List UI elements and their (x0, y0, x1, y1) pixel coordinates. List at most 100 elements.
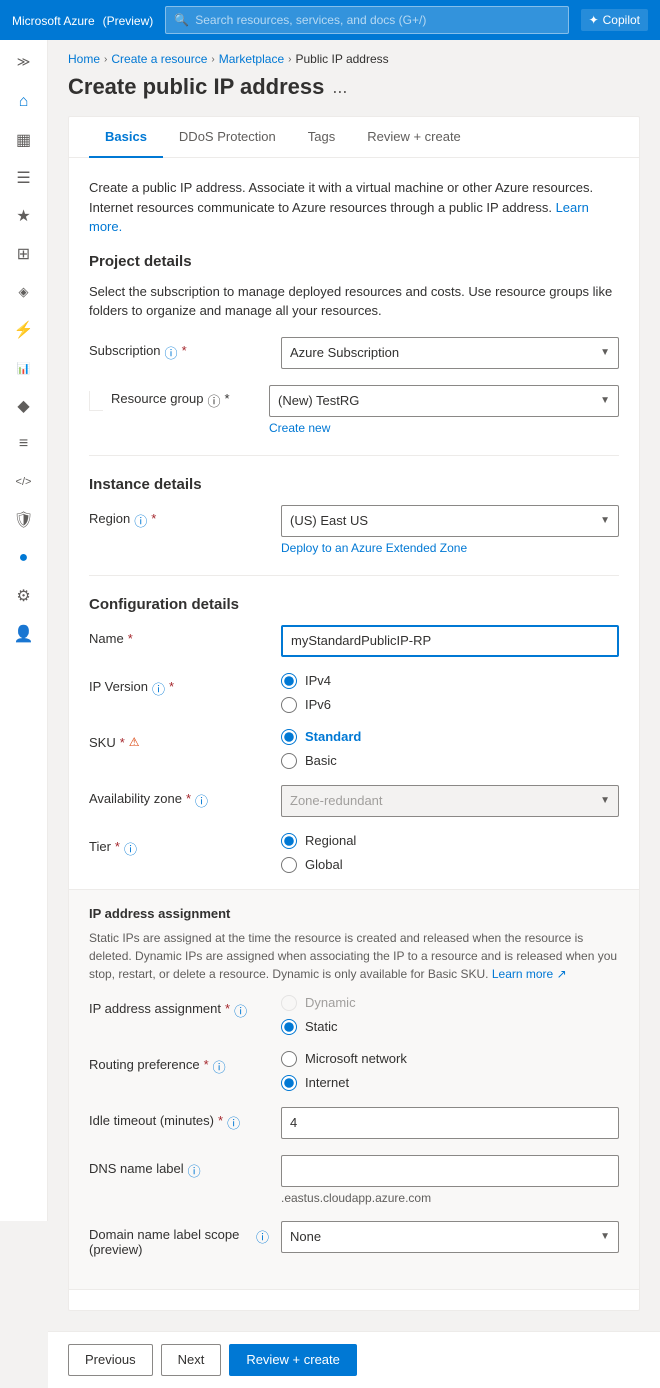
sidebar-item-favorites[interactable]: ★ (4, 198, 44, 234)
region-dropdown[interactable]: (US) East US ▼ (281, 505, 619, 537)
sku-basic-label: Basic (305, 753, 337, 768)
sidebar-item-lightning[interactable]: ⚡ (4, 312, 44, 348)
sidebar-item-gear[interactable]: ⚙ (4, 578, 44, 614)
previous-button[interactable]: Previous (68, 1344, 153, 1376)
tier-required: * (115, 839, 120, 854)
ip-assignment-radio-group: Dynamic Static (281, 995, 619, 1035)
az-info-icon[interactable]: ⓘ (195, 791, 208, 810)
learn-more-2-link[interactable]: Learn more ↗ (492, 967, 567, 981)
create-new-link[interactable]: Create new (269, 421, 330, 435)
subscription-label: Subscription ⓘ * (89, 337, 269, 362)
ip-assignment-dynamic-label: Dynamic (305, 995, 356, 1010)
routing-preference-row: Routing preference * ⓘ Microsoft network (89, 1051, 619, 1091)
tier-global[interactable]: Global (281, 857, 619, 873)
routing-microsoft-network[interactable]: Microsoft network (281, 1051, 619, 1067)
region-info-icon[interactable]: ⓘ (134, 511, 147, 530)
sidebar-item-dashboard[interactable]: ▦ (4, 122, 44, 158)
sidebar-item-services[interactable]: ◈ (4, 274, 44, 310)
ip-assignment-dynamic[interactable]: Dynamic (281, 995, 619, 1011)
sidebar-item-home[interactable]: ⌂ (4, 84, 44, 120)
breadcrumb-sep-3: › (288, 54, 291, 65)
ip-version-info-icon[interactable]: ⓘ (152, 679, 165, 698)
ip-version-ipv4[interactable]: IPv4 (281, 673, 619, 689)
resource-group-info-icon[interactable]: ⓘ (208, 391, 221, 410)
subscription-dropdown[interactable]: Azure Subscription ▼ (281, 337, 619, 369)
bottom-bar: Previous Next Review + create (48, 1331, 660, 1388)
ip-version-ipv4-radio[interactable] (281, 673, 297, 689)
domain-scope-row: Domain name label scope (preview) ⓘ None… (89, 1221, 619, 1257)
idle-timeout-control (281, 1107, 619, 1139)
tab-basics[interactable]: Basics (89, 117, 163, 158)
sidebar-item-menu[interactable]: ☰ (4, 160, 44, 196)
ip-address-assignment-label: IP address assignment * ⓘ (89, 995, 269, 1020)
next-button[interactable]: Next (161, 1344, 222, 1376)
routing-internet[interactable]: Internet (281, 1075, 619, 1091)
sidebar-item-list[interactable]: ≡ (4, 426, 44, 462)
dns-name-input[interactable] (281, 1155, 619, 1187)
instance-details-title: Instance details (89, 476, 619, 493)
subscription-required: * (182, 343, 187, 358)
sku-basic-radio[interactable] (281, 753, 297, 769)
ds-info-icon[interactable]: ⓘ (256, 1227, 269, 1246)
sku-standard[interactable]: Standard (281, 729, 619, 745)
search-bar[interactable]: 🔍 Search resources, services, and docs (… (165, 6, 568, 34)
tab-ddos[interactable]: DDoS Protection (163, 117, 292, 158)
ipa-info-icon[interactable]: ⓘ (234, 1001, 247, 1020)
region-label: Region ⓘ * (89, 505, 269, 530)
availability-zone-row: Availability zone * ⓘ Zone-redundant ▼ (89, 785, 619, 817)
sidebar-item-resources[interactable]: ⊞ (4, 236, 44, 272)
divider-1 (89, 455, 619, 456)
name-input[interactable] (281, 625, 619, 657)
ip-assignment-dynamic-radio[interactable] (281, 995, 297, 1011)
sidebar-item-diamond[interactable]: ◆ (4, 388, 44, 424)
page-menu-button[interactable]: ... (332, 77, 347, 98)
routing-internet-radio[interactable] (281, 1075, 297, 1091)
ip-version-ipv6-radio[interactable] (281, 697, 297, 713)
rp-required: * (204, 1057, 209, 1072)
breadcrumb-create-resource[interactable]: Create a resource (111, 52, 207, 66)
sidebar-item-circle[interactable]: ● (4, 540, 44, 576)
breadcrumb-sep-1: › (104, 54, 107, 65)
sku-basic[interactable]: Basic (281, 753, 619, 769)
breadcrumb-marketplace[interactable]: Marketplace (219, 52, 284, 66)
ds-dropdown-arrow: ▼ (600, 1231, 610, 1242)
tab-review[interactable]: Review + create (351, 117, 477, 158)
deploy-azure-zone-link[interactable]: Deploy to an Azure Extended Zone (281, 541, 467, 555)
rp-info-icon[interactable]: ⓘ (213, 1057, 226, 1076)
dns-info-icon[interactable]: ⓘ (188, 1161, 201, 1180)
sku-required: * (120, 735, 125, 750)
tier-regional[interactable]: Regional (281, 833, 619, 849)
routing-microsoft-radio[interactable] (281, 1051, 297, 1067)
idle-timeout-input[interactable] (281, 1107, 619, 1139)
resource-group-control: (New) TestRG ▼ Create new (269, 385, 619, 435)
tier-global-radio[interactable] (281, 857, 297, 873)
sidebar-item-security[interactable]: 🛡 (4, 502, 44, 538)
dns-suffix: .eastus.cloudapp.azure.com (281, 1191, 619, 1205)
ip-version-ipv6[interactable]: IPv6 (281, 697, 619, 713)
search-icon: 🔍 (174, 13, 189, 27)
ip-assignment-static-radio[interactable] (281, 1019, 297, 1035)
copilot-button[interactable]: ✦ Copilot (581, 9, 648, 31)
subscription-value: Azure Subscription (290, 345, 399, 360)
sidebar-item-code[interactable]: </> (4, 464, 44, 500)
region-required: * (151, 511, 156, 526)
resource-group-dropdown[interactable]: (New) TestRG ▼ (269, 385, 619, 417)
it-info-icon[interactable]: ⓘ (227, 1113, 240, 1132)
copilot-icon: ✦ (589, 13, 599, 27)
sidebar-item-monitor[interactable]: 📊 (4, 350, 44, 386)
domain-scope-dropdown[interactable]: None ▼ (281, 1221, 619, 1253)
review-create-button[interactable]: Review + create (229, 1344, 357, 1376)
az-required: * (186, 791, 191, 806)
breadcrumb-home[interactable]: Home (68, 52, 100, 66)
tier-regional-radio[interactable] (281, 833, 297, 849)
sidebar-expand-button[interactable]: ≫ (6, 48, 42, 76)
ip-assignment-static[interactable]: Static (281, 1019, 619, 1035)
sku-standard-radio[interactable] (281, 729, 297, 745)
availability-zone-dropdown[interactable]: Zone-redundant ▼ (281, 785, 619, 817)
sidebar-item-user[interactable]: 👤 (4, 616, 44, 652)
tier-info-icon[interactable]: ⓘ (124, 839, 137, 858)
tab-tags[interactable]: Tags (292, 117, 351, 158)
availability-zone-label: Availability zone * ⓘ (89, 785, 269, 810)
subscription-info-icon[interactable]: ⓘ (165, 343, 178, 362)
subscription-control: Azure Subscription ▼ (281, 337, 619, 369)
